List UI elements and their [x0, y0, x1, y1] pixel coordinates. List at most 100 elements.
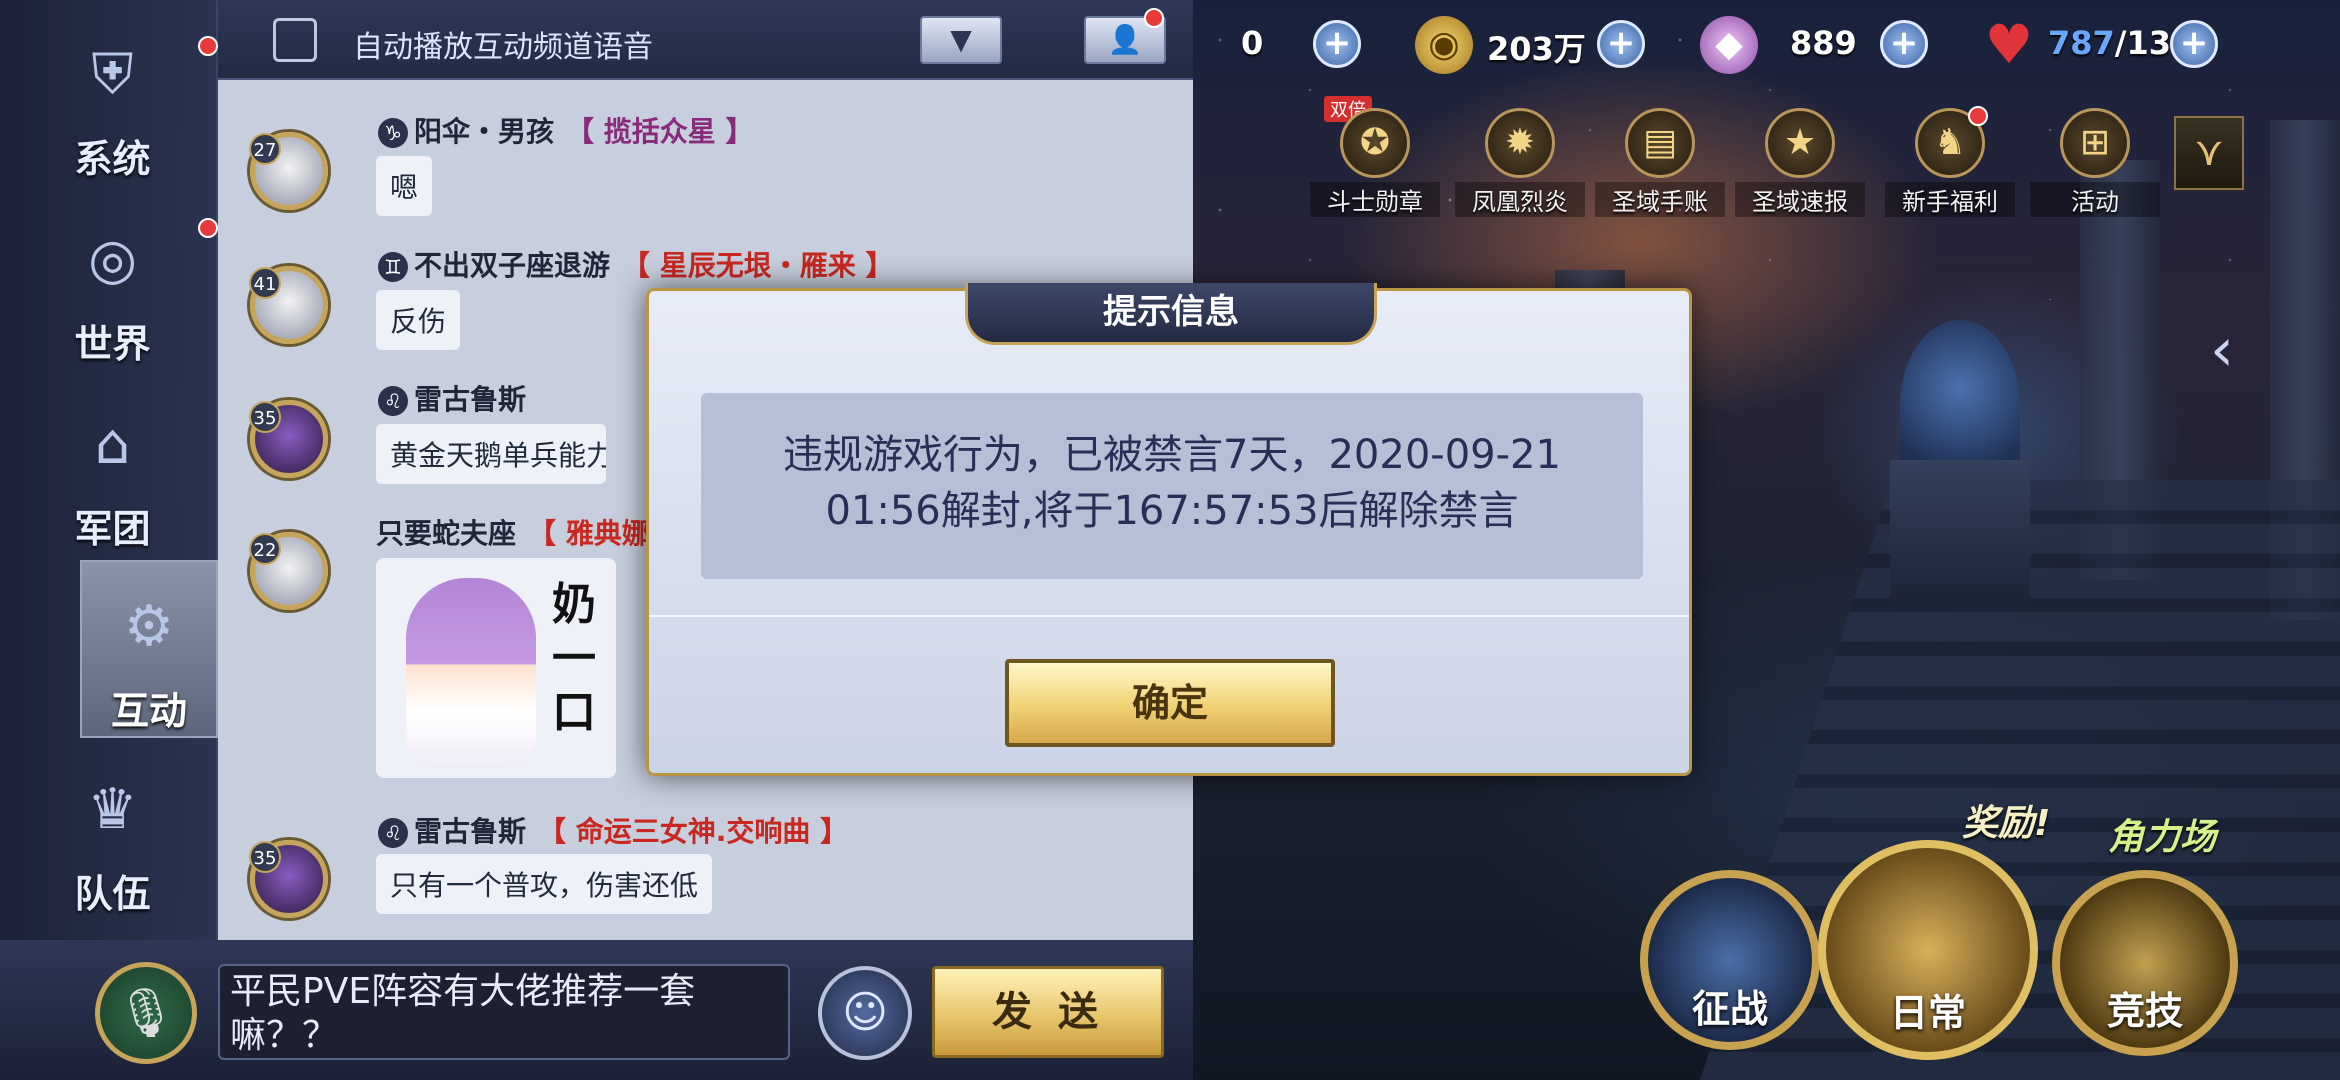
message-bubble: 黄金天鹅单兵能力弱	[376, 424, 606, 484]
add-stamina-button[interactable]: +	[2170, 20, 2218, 68]
notification-dot	[1968, 106, 1988, 126]
daily-label: 日常	[1889, 991, 1966, 1035]
resource-stamina: ♥ 787/130 +	[1980, 6, 2220, 76]
avatar[interactable]: 35	[249, 400, 328, 478]
level-badge: 27	[249, 133, 281, 165]
add-resource-button[interactable]: +	[1313, 20, 1361, 68]
avatar[interactable]: 22	[249, 532, 328, 610]
sender-name[interactable]: ♌ 雷古鲁斯	[378, 378, 538, 418]
menu-fighter-medal[interactable]: ✪ 斗士勋章	[1310, 108, 1440, 217]
gold-coin-icon: ◉	[1415, 16, 1473, 74]
zodiac-icon: ♑	[378, 118, 408, 148]
sidebar-item-label: 互动	[110, 689, 187, 733]
sender-name-text: 只要蛇夫座	[376, 517, 517, 550]
message-bubble: 只有一个普攻，伤害还低	[376, 854, 713, 914]
sender-name-text: 不出双子座退游	[414, 249, 611, 282]
resource-first-value: 0	[1241, 24, 1264, 62]
menu-label: 圣域速报	[1735, 182, 1865, 217]
scene-pedestal	[1890, 460, 2030, 610]
avatar[interactable]: 41	[249, 266, 328, 344]
daily-button[interactable]: 日常	[1818, 840, 2038, 1060]
resource-gems: ◆ 889 +	[1700, 6, 1930, 76]
zodiac-icon: ♌	[378, 386, 408, 416]
sidebar-item-label: 军团	[74, 507, 151, 551]
interact-icon: ⚙	[123, 594, 175, 659]
sidebar-item-team[interactable]: ♛ 队伍	[10, 745, 215, 920]
avatar[interactable]: 35	[249, 840, 328, 918]
campaign-label: 征战	[1691, 987, 1768, 1031]
sender-name[interactable]: ♊ 不出双子座退游【 星辰无垠・雁来 】	[378, 244, 894, 284]
arena-tag: 角力场	[2108, 817, 2217, 858]
temple-icon: ⌂	[94, 412, 131, 477]
zodiac-icon: ♌	[378, 818, 408, 848]
heart-icon: ♥	[1984, 13, 2034, 76]
campaign-button[interactable]: 征战	[1640, 870, 1820, 1050]
sender-name[interactable]: ♑ 阳伞・男孩【 揽括众星 】	[378, 110, 754, 150]
medal-icon: ✪	[1340, 108, 1410, 178]
menu-newbie-welfare[interactable]: ♞ 新手福利	[1885, 108, 2015, 217]
add-gems-button[interactable]: +	[1880, 20, 1928, 68]
sticker-text: 奶一口	[552, 579, 596, 738]
chevron-down-icon[interactable]: ▼	[920, 16, 1002, 64]
notification-dot	[198, 218, 218, 238]
guild-name: 【 揽括众星 】	[566, 115, 754, 148]
guild-name: 【 命运三女神.交响曲 】	[538, 815, 849, 848]
menu-phoenix-flame[interactable]: ✹ 凤凰烈炎	[1455, 108, 1585, 217]
guild-name: 【 星辰无垠・雁来 】	[622, 249, 894, 282]
menu-news[interactable]: ★ 圣域速报	[1735, 108, 1865, 217]
sidebar-item-system[interactable]: ⛨ 系统	[10, 10, 215, 185]
sidebar-item-label: 世界	[74, 322, 151, 366]
autoplay-label: 自动播放互动频道语音	[353, 30, 653, 65]
sender-name-text: 雷古鲁斯	[414, 383, 527, 416]
level-badge: 35	[249, 841, 281, 873]
menu-label: 圣域手账	[1595, 182, 1725, 217]
sender-name[interactable]: 只要蛇夫座【 雅典娜	[376, 512, 650, 552]
guild-name: 【 雅典娜	[528, 517, 650, 550]
microphone-icon[interactable]: 🎙	[95, 962, 197, 1064]
gift-icon: ⊞	[2060, 108, 2130, 178]
avatar[interactable]: 27	[249, 132, 328, 210]
notification-dot	[198, 36, 218, 56]
sticker-character	[406, 578, 536, 768]
menu-label: 斗士勋章	[1310, 182, 1440, 217]
sender-name-text: 雷古鲁斯	[414, 815, 527, 848]
sidebar-item-interact[interactable]: ⚙ 互动	[80, 560, 218, 738]
resource-gold: ◉ 203万 +	[1415, 6, 1655, 76]
confirm-button[interactable]: 确定	[1005, 659, 1335, 747]
reward-tag: 奖励!	[1962, 803, 2051, 844]
stamina-current: 787	[2048, 24, 2115, 62]
trophy-icon: ♛	[87, 777, 138, 842]
zodiac-icon: ♊	[378, 252, 408, 282]
send-button[interactable]: 发 送	[932, 966, 1164, 1058]
helmet-icon: ⛨	[91, 42, 134, 107]
menu-handbook[interactable]: ▤ 圣域手账	[1595, 108, 1725, 217]
gold-value: 203万	[1487, 30, 1586, 68]
menu-activity[interactable]: ⊞ 活动	[2030, 108, 2160, 217]
collapse-menu-toggle[interactable]: ⋎	[2174, 116, 2244, 190]
menu-label: 新手福利	[1885, 182, 2015, 217]
dialog-message: 违规游戏行为，已被禁言7天，2020-09-21 01:56解封,将于167:5…	[701, 393, 1643, 579]
sender-name[interactable]: ♌ 雷古鲁斯【 命运三女神.交响曲 】	[378, 810, 848, 850]
level-badge: 35	[249, 401, 281, 433]
notification-dot	[1144, 8, 1164, 28]
dialog-title: 提示信息	[965, 283, 1377, 345]
sidebar-item-legion[interactable]: ⌂ 军团	[10, 380, 215, 555]
menu-label: 凤凰烈炎	[1455, 182, 1585, 217]
notice-dialog: 提示信息 违规游戏行为，已被禁言7天，2020-09-21 01:56解封,将于…	[646, 283, 1692, 776]
emoji-button[interactable]: ☺	[818, 966, 912, 1060]
expand-left-arrow-icon[interactable]: ‹	[2210, 320, 2234, 380]
flame-icon: ✹	[1485, 108, 1555, 178]
gem-icon: ◆	[1700, 16, 1758, 74]
level-badge: 41	[249, 267, 281, 299]
sticker-message[interactable]: 奶一口	[376, 558, 616, 778]
add-gold-button[interactable]: +	[1597, 20, 1645, 68]
competition-button[interactable]: 竞技	[2052, 870, 2238, 1056]
message-bubble: 嗯	[376, 156, 433, 216]
chat-input[interactable]: 平民PVE阵容有大佬推荐一套嘛？？	[218, 964, 790, 1060]
sidebar-item-label: 队伍	[74, 872, 151, 916]
chat-header: 自动播放互动频道语音 ▼ 👤	[218, 0, 1193, 80]
sidebar-item-world[interactable]: ◎ 世界	[10, 195, 215, 370]
message-bubble: 反伤	[376, 290, 461, 350]
sender-name-text: 阳伞・男孩	[414, 115, 555, 148]
autoplay-checkbox[interactable]	[273, 18, 317, 62]
